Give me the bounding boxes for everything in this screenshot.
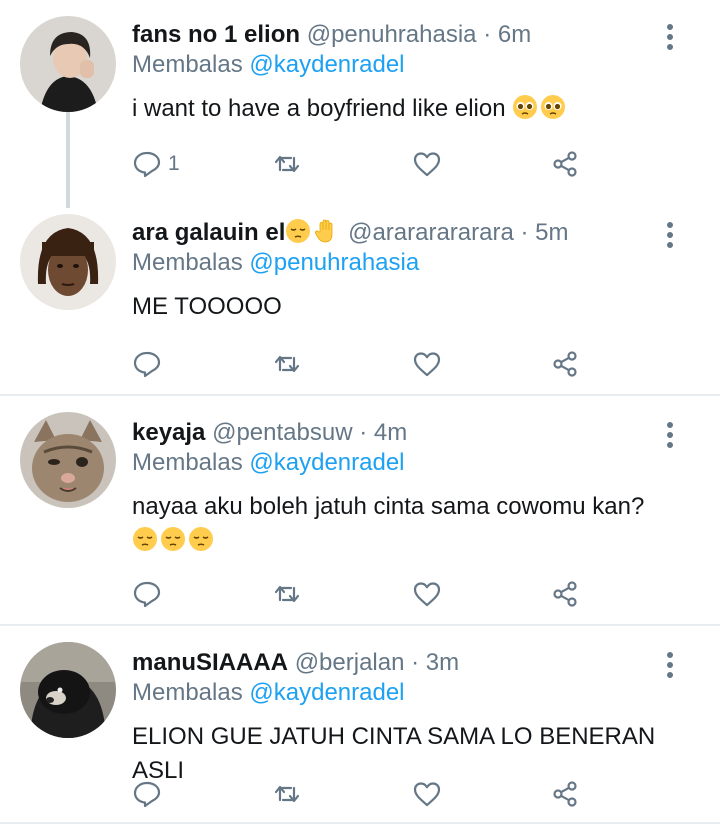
heart-icon	[413, 582, 441, 607]
reply-context: Membalas @penuhrahasia	[132, 248, 660, 278]
tweet-3[interactable]: keyaja @pentabsuw · 4m Membalas @kaydenr…	[0, 396, 720, 624]
reply-prefix: Membalas	[132, 679, 243, 706]
reply-count: 1	[168, 152, 180, 175]
separator: ·	[359, 419, 368, 446]
retweet-button[interactable]	[272, 776, 302, 812]
timestamp[interactable]: 3m	[426, 649, 459, 676]
share-icon	[553, 151, 577, 177]
share-button[interactable]	[550, 346, 580, 382]
reply-to-link[interactable]: @kaydenradel	[249, 449, 404, 476]
like-button[interactable]	[412, 146, 442, 182]
reply-prefix: Membalas	[132, 449, 243, 476]
like-button[interactable]	[412, 576, 442, 612]
display-name[interactable]: ara galauin el	[132, 219, 285, 246]
separator: ·	[520, 219, 529, 246]
tweet-actions	[132, 346, 592, 382]
tweet-header: fans no 1 elion @penuhrahasia · 6m	[132, 20, 660, 50]
tweet-header: keyaja @pentabsuw · 4m	[132, 418, 660, 448]
reply-icon	[133, 151, 161, 178]
share-button[interactable]	[550, 146, 580, 182]
display-name[interactable]: fans no 1 elion	[132, 21, 300, 48]
reply-button[interactable]	[132, 346, 162, 382]
heart-icon	[413, 782, 441, 807]
retweet-icon	[274, 585, 300, 603]
tweet-actions	[132, 576, 592, 612]
timestamp[interactable]: 4m	[374, 419, 407, 446]
retweet-icon	[274, 155, 300, 173]
pleading-face-icon	[541, 95, 566, 119]
like-button[interactable]	[412, 776, 442, 812]
pleading-face-icon	[513, 95, 538, 119]
tweet-actions	[132, 776, 592, 812]
avatar[interactable]	[20, 214, 116, 310]
tweet-divider	[0, 822, 720, 824]
tweet-1[interactable]: fans no 1 elion @penuhrahasia · 6m Memba…	[0, 0, 720, 208]
pensive-face-icon	[133, 527, 157, 551]
reply-button[interactable]	[132, 576, 162, 612]
share-icon	[553, 581, 577, 607]
pensive-face-icon	[161, 527, 185, 551]
reply-to-link[interactable]: @kaydenradel	[249, 51, 404, 78]
tweet-text-content: ELION GUE JATUH CINTA SAMA LO BENERAN AS…	[132, 723, 656, 784]
retweet-button[interactable]	[272, 576, 302, 612]
more-options-icon[interactable]	[660, 220, 680, 250]
reply-to-link[interactable]: @kaydenradel	[249, 679, 404, 706]
tweet-text-content: nayaa aku boleh jatuh cinta sama cowomu …	[132, 493, 645, 520]
share-button[interactable]	[550, 576, 580, 612]
reply-to-link[interactable]: @penuhrahasia	[249, 249, 419, 276]
timestamp[interactable]: 5m	[535, 219, 568, 246]
reply-context: Membalas @kaydenradel	[132, 678, 660, 708]
user-handle[interactable]: @penuhrahasia	[307, 21, 477, 48]
tweet-text-content: ME TOOOOO	[132, 293, 282, 320]
retweet-icon	[274, 785, 300, 803]
separator: ·	[411, 649, 420, 676]
tweet-text-content: i want to have a boyfriend like elion	[132, 95, 506, 122]
heart-icon	[413, 352, 441, 377]
tweet-actions: 1	[132, 146, 592, 182]
timestamp[interactable]: 6m	[498, 21, 531, 48]
display-name[interactable]: manuSIAAAA	[132, 649, 288, 676]
user-handle[interactable]: @pentabsuw	[212, 419, 352, 446]
display-name[interactable]: keyaja	[132, 419, 205, 446]
tweet-header: ara galauin el @arararararara · 5m	[132, 218, 660, 248]
separator: ·	[483, 21, 492, 48]
reply-context: Membalas @kaydenradel	[132, 448, 660, 478]
reply-icon	[133, 781, 161, 808]
share-icon	[553, 781, 577, 807]
tweet-header: manuSIAAAA @berjalan · 3m	[132, 648, 660, 678]
share-button[interactable]	[550, 776, 580, 812]
reply-icon	[133, 581, 161, 608]
pensive-face-icon	[286, 219, 311, 243]
more-options-icon[interactable]	[660, 22, 680, 52]
raised-hand-icon	[315, 219, 333, 243]
tweet-text: ME TOOOOO	[132, 290, 660, 324]
tweet-text: nayaa aku boleh jatuh cinta sama cowomu …	[132, 490, 660, 558]
more-options-icon[interactable]	[660, 650, 680, 680]
retweet-button[interactable]	[272, 346, 302, 382]
thread-line	[66, 112, 70, 208]
user-handle[interactable]: @arararararara	[348, 219, 514, 246]
like-button[interactable]	[412, 346, 442, 382]
avatar[interactable]	[20, 16, 116, 112]
reply-context: Membalas @kaydenradel	[132, 50, 660, 80]
reply-prefix: Membalas	[132, 249, 243, 276]
share-icon	[553, 351, 577, 377]
avatar[interactable]	[20, 412, 116, 508]
tweet-4[interactable]: manuSIAAAA @berjalan · 3m Membalas @kayd…	[0, 626, 720, 826]
avatar[interactable]	[20, 642, 116, 738]
tweet-text: i want to have a boyfriend like elion	[132, 92, 660, 126]
user-handle[interactable]: @berjalan	[295, 649, 405, 676]
reply-icon	[133, 351, 161, 378]
pensive-face-icon	[189, 527, 213, 551]
tweet-2[interactable]: ara galauin el @arararararara · 5m Memba…	[0, 196, 720, 394]
reply-button[interactable]	[132, 776, 162, 812]
retweet-icon	[274, 355, 300, 373]
retweet-button[interactable]	[272, 146, 302, 182]
heart-icon	[413, 152, 441, 177]
more-options-icon[interactable]	[660, 420, 680, 450]
reply-button[interactable]: 1	[132, 146, 180, 182]
reply-prefix: Membalas	[132, 51, 243, 78]
